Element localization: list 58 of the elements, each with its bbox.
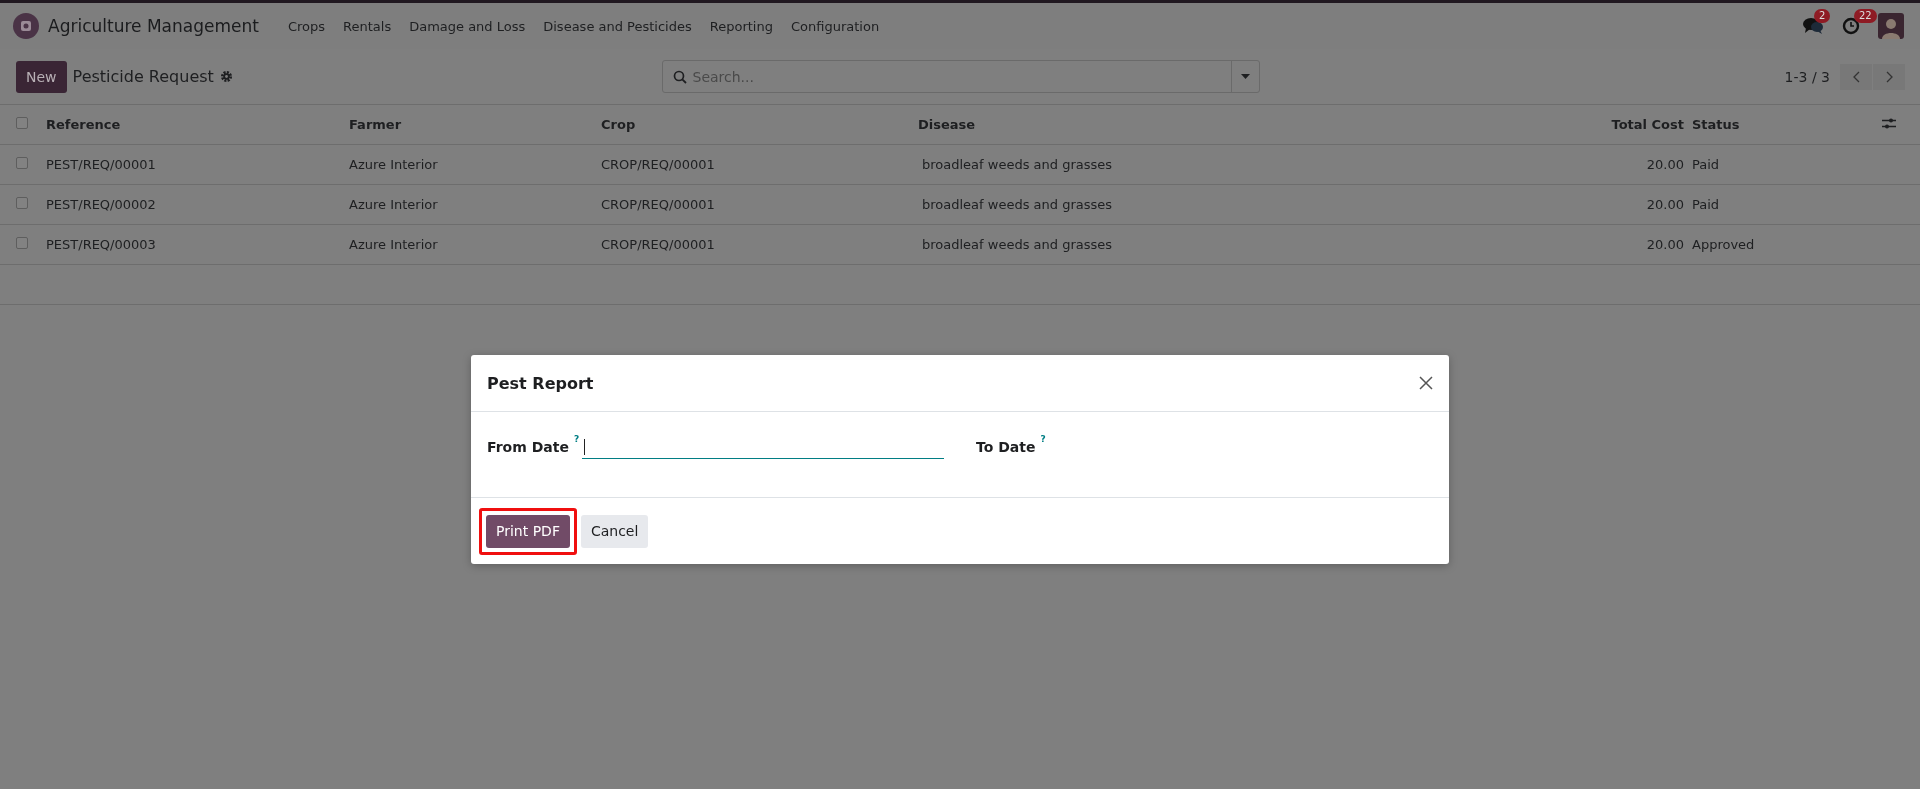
menu-item[interactable]: Rentals — [334, 18, 401, 34]
help-tooltip-mark[interactable]: ? — [573, 433, 580, 444]
table-cell-text: Azure Interior — [349, 237, 439, 252]
table-cell-text: PEST/REQ/00002 — [46, 197, 157, 212]
table-cell-text: broadleaf weeds and grasses — [921, 237, 1114, 252]
select-all-checkbox[interactable] — [16, 117, 28, 129]
menu-item[interactable]: Disease and Pesticides — [534, 18, 701, 34]
table-cell-text: CROP/REQ/00001 — [601, 197, 716, 212]
page-title: Pesticide Request — [72, 67, 214, 86]
table-cell-text: 20.00 — [1645, 237, 1685, 252]
new-button[interactable]: New — [16, 60, 67, 93]
message-count-badge: 2 — [1814, 9, 1831, 23]
print-pdf-button[interactable]: Print PDF — [486, 514, 570, 548]
clock-icon[interactable] — [1842, 17, 1860, 35]
close-icon — [1419, 376, 1433, 390]
chevron-right-icon — [1885, 70, 1893, 83]
menu-item[interactable]: Crops — [278, 18, 334, 34]
row-checkbox[interactable] — [16, 237, 28, 249]
optional-columns-icon[interactable] — [1882, 116, 1896, 130]
field-label: From Date — [487, 438, 569, 455]
table-cell-text: Azure Interior — [349, 157, 439, 172]
column-header[interactable]: Total Cost — [1582, 117, 1692, 132]
table-cell-text: Paid — [1692, 157, 1721, 172]
column-header[interactable]: Status — [1692, 117, 1882, 132]
settings-icon[interactable] — [219, 70, 233, 83]
close-button[interactable] — [1419, 376, 1433, 390]
menu-item[interactable]: Damage and Loss — [400, 18, 535, 34]
row-checkbox[interactable] — [16, 197, 28, 209]
column-header[interactable]: Disease — [918, 117, 1582, 132]
table-cell-text: Approved — [1692, 237, 1756, 252]
table-cell-text: broadleaf weeds and grasses — [921, 157, 1114, 172]
activity-count-badge: 22 — [1854, 9, 1877, 23]
chevron-left-icon — [1852, 70, 1860, 83]
table-cell-text: CROP/REQ/00001 — [601, 237, 716, 252]
dialog-title: Pest Report — [487, 373, 594, 393]
pager-text: 1-3 / 3 — [1784, 68, 1830, 85]
app-name[interactable]: Agriculture Management — [48, 16, 259, 36]
table-cell-text: Azure Interior — [349, 197, 439, 212]
table-cell-text: CROP/REQ/00001 — [601, 157, 716, 172]
column-header[interactable]: Crop — [601, 117, 918, 132]
column-header[interactable]: Reference — [46, 117, 349, 132]
user-avatar[interactable] — [1878, 13, 1904, 39]
menu-item[interactable]: Configuration — [781, 18, 889, 34]
table-cell-text: 20.00 — [1645, 157, 1685, 172]
cancel-button[interactable]: Cancel — [580, 514, 649, 548]
row-checkbox[interactable] — [16, 157, 28, 169]
table-cell-text: Paid — [1692, 197, 1721, 212]
menu-item[interactable]: Reporting — [700, 18, 782, 34]
search-icon — [672, 69, 687, 84]
table-cell-text: PEST/REQ/00001 — [46, 157, 157, 172]
help-tooltip-mark[interactable]: ? — [1040, 433, 1046, 444]
field-label: To Date — [976, 438, 1036, 455]
caret-icon — [1240, 74, 1250, 79]
column-header[interactable]: Farmer — [349, 117, 601, 132]
table-cell-text: 20.00 — [1645, 197, 1685, 212]
table-cell-text: PEST/REQ/00003 — [46, 237, 157, 252]
app-logo-icon[interactable] — [13, 13, 39, 39]
table-cell-text: broadleaf weeds and grasses — [921, 197, 1114, 212]
